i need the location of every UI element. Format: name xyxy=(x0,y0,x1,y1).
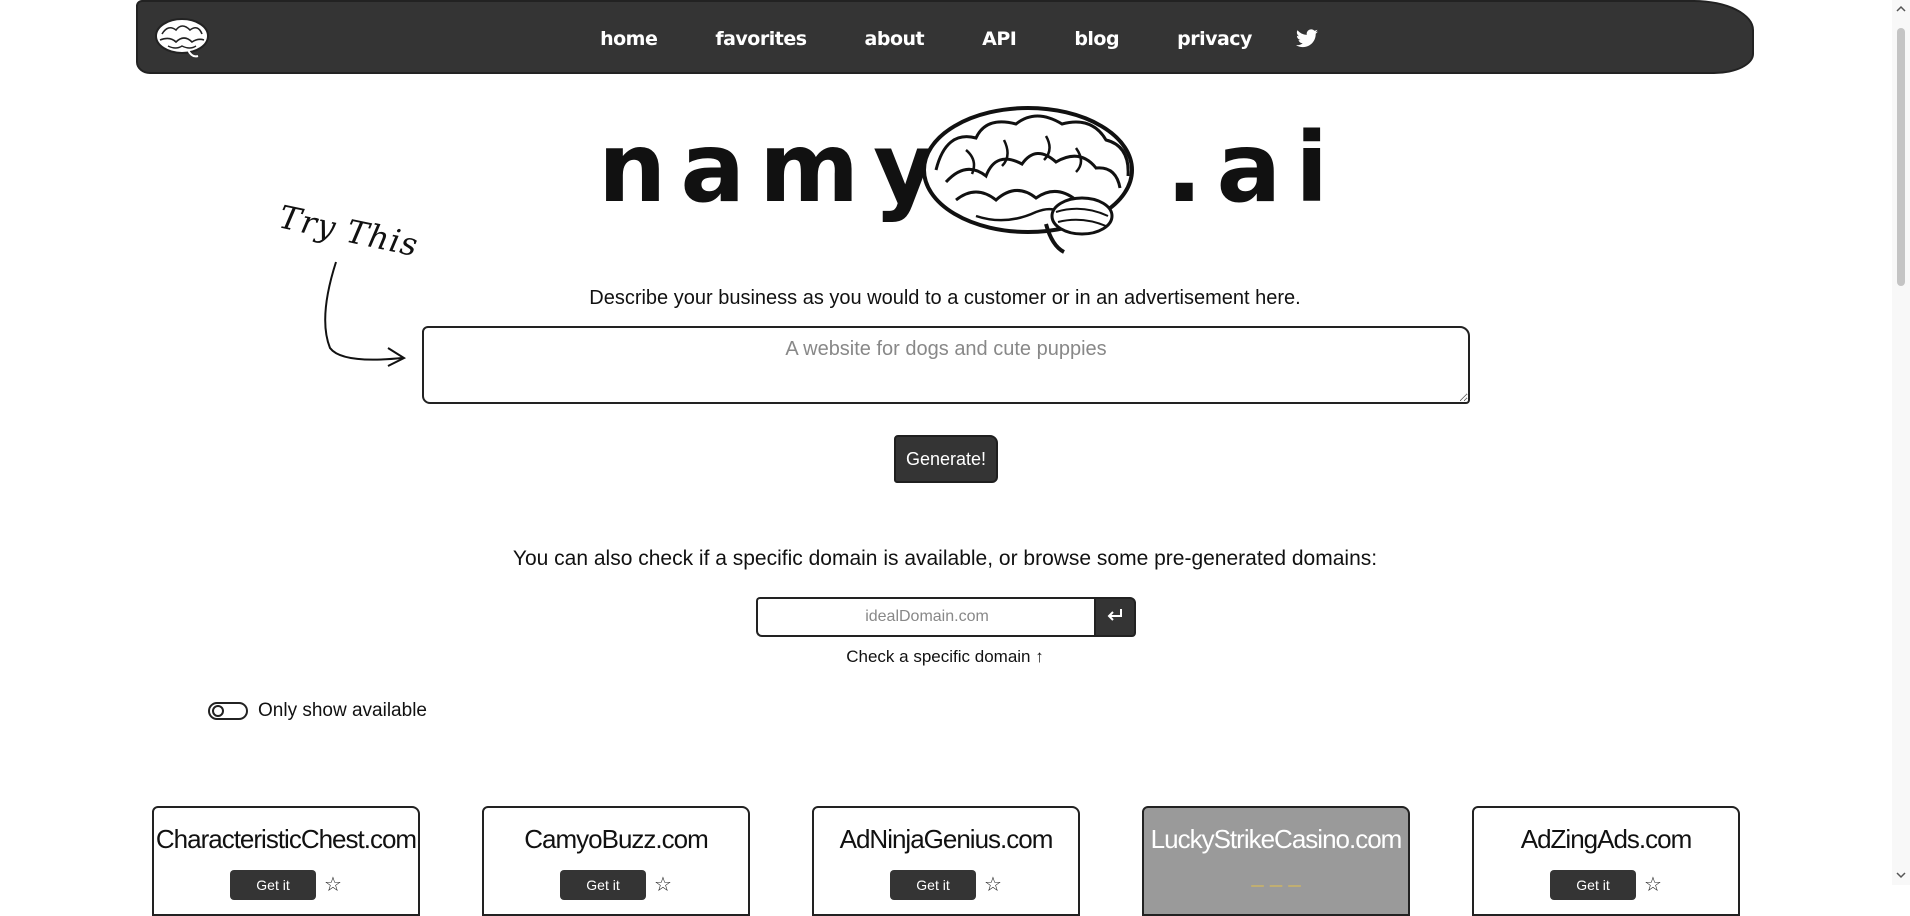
domain-card: CharacteristicChest.com Get it ☆ xyxy=(152,806,420,916)
nav-link-privacy[interactable]: privacy xyxy=(1177,28,1252,50)
generate-button[interactable]: Generate! xyxy=(894,435,998,483)
toggle-knob xyxy=(212,705,224,717)
domain-name[interactable]: CamyoBuzz.com xyxy=(484,824,748,855)
domain-cards: CharacteristicChest.com Get it ☆ CamyoBu… xyxy=(152,806,1742,916)
domain-card: AdNinjaGenius.com Get it ☆ xyxy=(812,806,1080,916)
domain-name[interactable]: CharacteristicChest.com xyxy=(154,824,418,855)
only-available-toggle[interactable] xyxy=(208,702,248,720)
nav-links: home favorites about API blog privacy xyxy=(138,2,1752,76)
scroll-down-icon[interactable] xyxy=(1896,870,1906,880)
try-this-annotation: Try This xyxy=(275,197,422,265)
brain-icon xyxy=(922,106,1134,254)
domain-name[interactable]: LuckyStrikeCasino.com xyxy=(1144,824,1408,855)
nav-link-home[interactable]: home xyxy=(600,28,658,50)
scroll-up-icon[interactable] xyxy=(1896,4,1906,14)
domain-name[interactable]: AdZingAds.com xyxy=(1474,824,1738,855)
domain-card-unavailable: LuckyStrikeCasino.com — — — xyxy=(1142,806,1410,916)
domain-check-instructions: You can also check if a specific domain … xyxy=(512,547,1378,570)
get-it-button[interactable]: Get it xyxy=(230,870,316,900)
domain-card: AdZingAds.com Get it ☆ xyxy=(1472,806,1740,916)
scrollbar-thumb[interactable] xyxy=(1897,28,1905,286)
star-icon[interactable]: ☆ xyxy=(1644,872,1662,896)
logo-text-namy: namy xyxy=(598,112,950,224)
domain-input[interactable] xyxy=(756,597,1096,637)
star-icon[interactable]: ☆ xyxy=(654,872,672,896)
get-it-button[interactable]: Get it xyxy=(1550,870,1636,900)
nav-link-favorites[interactable]: favorites xyxy=(715,28,807,50)
nav-link-api[interactable]: API xyxy=(982,28,1017,50)
only-available-label: Only show available xyxy=(258,700,427,721)
star-icon[interactable]: ☆ xyxy=(324,872,342,896)
star-icon[interactable]: ☆ xyxy=(984,872,1002,896)
get-it-button[interactable]: Get it xyxy=(890,870,976,900)
domain-check-form xyxy=(756,597,1136,637)
domain-card: CamyoBuzz.com Get it ☆ xyxy=(482,806,750,916)
scrollbar[interactable] xyxy=(1892,0,1910,885)
logo-text-ai: .ai xyxy=(1166,112,1343,224)
describe-instructions: Describe your business as you would to a… xyxy=(589,287,1301,309)
nav-link-blog[interactable]: blog xyxy=(1074,28,1119,50)
domain-name[interactable]: AdNinjaGenius.com xyxy=(814,824,1078,855)
arrow-icon xyxy=(324,261,407,367)
domain-submit-button[interactable] xyxy=(1094,597,1136,637)
nav-link-about[interactable]: about xyxy=(865,28,925,50)
unavailable-note: — — — xyxy=(1250,878,1302,894)
twitter-icon[interactable] xyxy=(1295,29,1319,49)
get-it-button[interactable]: Get it xyxy=(560,870,646,900)
domain-check-caption: Check a specific domain ↑ xyxy=(846,647,1044,666)
navbar: home favorites about API blog privacy xyxy=(136,0,1754,74)
enter-icon xyxy=(1107,608,1122,621)
business-description-input[interactable] xyxy=(422,326,1470,404)
